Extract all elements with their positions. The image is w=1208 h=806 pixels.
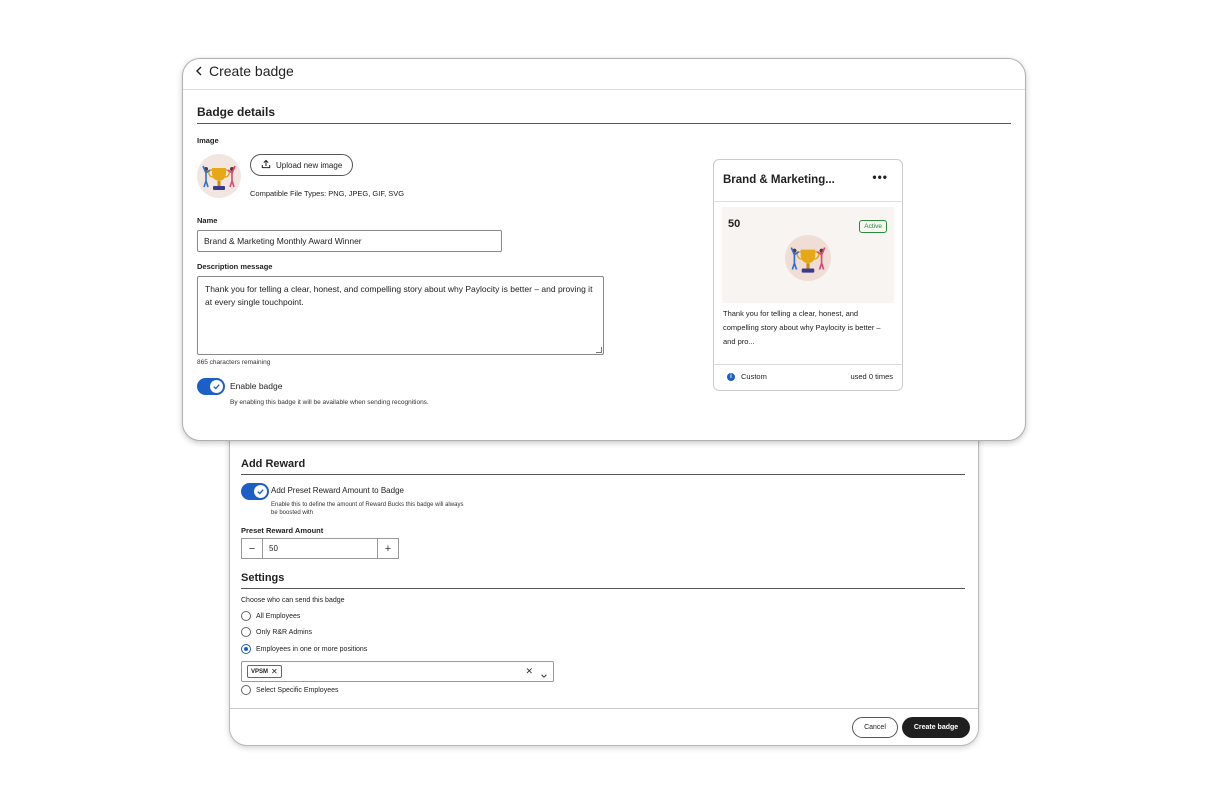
check-icon — [210, 380, 223, 393]
back-chevron-icon[interactable] — [195, 65, 203, 79]
enable-badge-help: By enabling this badge it will be availa… — [230, 399, 429, 406]
positions-select[interactable]: VPSM ✕ ✕ — [241, 661, 554, 682]
page-title: Create badge — [209, 63, 294, 79]
badge-image — [197, 154, 241, 198]
trophy-icon — [785, 235, 831, 281]
image-label: Image — [197, 136, 219, 145]
add-reward-title: Add Reward — [241, 458, 306, 470]
upload-label: Upload new image — [276, 160, 343, 170]
header-divider — [183, 89, 1025, 90]
radio-specific-employees[interactable] — [241, 685, 251, 695]
reward-amount-input[interactable]: 50 — [262, 539, 378, 558]
preview-reward-count: 50 — [728, 218, 741, 230]
divider — [714, 201, 902, 202]
radio-label: All Employees — [256, 613, 301, 620]
footer-divider — [230, 708, 978, 709]
radio-label: Employees in one or more positions — [256, 646, 368, 653]
preset-reward-label: Add Preset Reward Amount to Badge — [271, 486, 404, 495]
characters-remaining: 865 characters remaining — [197, 359, 271, 366]
preset-reward-help: Enable this to define the amount of Rewa… — [271, 502, 464, 516]
reward-settings-panel: Add Reward Add Preset Reward Amount to B… — [229, 418, 979, 746]
chevron-down-icon[interactable] — [540, 667, 548, 685]
info-icon: i — [727, 373, 735, 381]
divider — [197, 123, 1011, 124]
description-textarea[interactable]: Thank you for telling a clear, honest, a… — [197, 276, 604, 355]
description-text: Thank you for telling a clear, honest, a… — [205, 284, 593, 307]
settings-title: Settings — [241, 572, 285, 584]
cancel-button[interactable]: Cancel — [852, 717, 898, 738]
reward-amount-stepper: − 50 + — [241, 538, 399, 559]
radio-label: Select Specific Employees — [256, 687, 339, 694]
remove-chip-icon[interactable]: ✕ — [271, 667, 278, 676]
radio-admins[interactable] — [241, 627, 251, 637]
preview-type: Custom — [741, 372, 767, 381]
clear-icon[interactable]: ✕ — [525, 666, 533, 677]
badge-preview-card: Brand & Marketing... ••• 50 Active Thank… — [713, 159, 903, 391]
sender-question: Choose who can send this badge — [241, 597, 345, 604]
preview-title: Brand & Marketing... — [723, 174, 835, 186]
status-badge: Active — [859, 220, 887, 233]
name-label: Name — [197, 216, 218, 225]
divider — [241, 588, 965, 589]
preset-reward-toggle[interactable] — [241, 483, 269, 500]
more-options-icon[interactable]: ••• — [872, 170, 888, 184]
enable-badge-label: Enable badge — [230, 381, 283, 391]
decrement-button[interactable]: − — [242, 539, 262, 558]
description-label: Description message — [197, 262, 273, 271]
radio-all-employees[interactable] — [241, 611, 251, 621]
create-badge-button[interactable]: Create badge — [902, 717, 970, 738]
file-types-hint: Compatible File Types: PNG, JPEG, GIF, S… — [250, 189, 405, 198]
trophy-icon — [197, 154, 241, 198]
check-icon — [254, 485, 267, 498]
radio-label: Only R&R Admins — [256, 629, 313, 636]
divider — [241, 474, 965, 475]
enable-badge-toggle[interactable] — [197, 378, 225, 395]
increment-button[interactable]: + — [378, 539, 398, 558]
upload-icon — [261, 159, 271, 171]
badge-details-panel: Create badge Badge details Image Upload … — [182, 58, 1026, 441]
radio-positions[interactable] — [241, 644, 251, 654]
divider — [714, 364, 902, 365]
position-chip: VPSM ✕ — [247, 665, 282, 678]
chip-label: VPSM — [251, 668, 269, 675]
preview-usage: used 0 times — [850, 372, 893, 381]
preset-amount-label: Preset Reward Amount — [241, 526, 324, 535]
name-input[interactable]: Brand & Marketing Monthly Award Winner — [197, 230, 502, 252]
upload-image-button[interactable]: Upload new image — [250, 154, 354, 176]
badge-details-title: Badge details — [197, 105, 276, 119]
resize-handle-icon[interactable] — [596, 347, 602, 353]
preview-description: Thank you for telling a clear, honest, a… — [723, 309, 881, 346]
